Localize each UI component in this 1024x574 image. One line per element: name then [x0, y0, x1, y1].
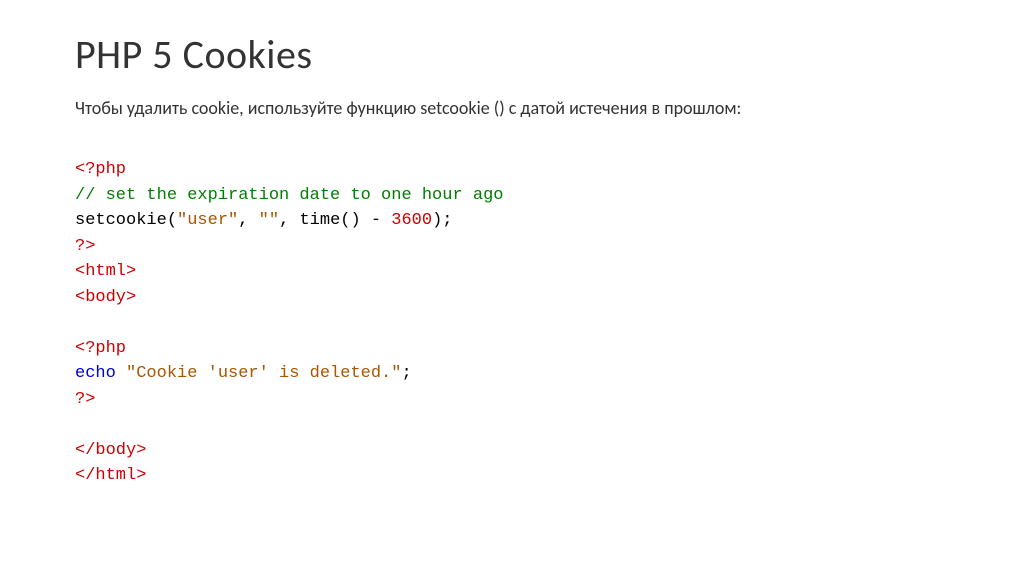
- html-tag: </html>: [75, 466, 146, 485]
- html-tag: <body>: [75, 288, 136, 307]
- html-tag: </body>: [75, 441, 146, 460]
- code-string: "user": [177, 211, 238, 230]
- page-title: PHP 5 Cookies: [75, 30, 949, 79]
- php-open-tag: <?php: [75, 339, 126, 358]
- code-punct: , time() -: [279, 211, 391, 230]
- code-string: "Cookie 'user' is deleted.": [126, 364, 401, 383]
- html-tag: <html>: [75, 262, 136, 281]
- code-keyword: echo: [75, 364, 116, 383]
- php-close-tag: ?>: [75, 390, 95, 409]
- code-block: <?php // set the expiration date to one …: [75, 157, 949, 489]
- code-func-call: setcookie(: [75, 211, 177, 230]
- code-string: "": [259, 211, 279, 230]
- code-punct: ;: [401, 364, 411, 383]
- code-punct: );: [432, 211, 452, 230]
- code-number: 3600: [391, 211, 432, 230]
- code-space: [116, 364, 126, 383]
- description-text: Чтобы удалить cookie, используйте функци…: [75, 97, 949, 119]
- code-comment: // set the expiration date to one hour a…: [75, 186, 503, 205]
- code-punct: ,: [238, 211, 258, 230]
- php-close-tag: ?>: [75, 237, 95, 256]
- php-open-tag: <?php: [75, 160, 126, 179]
